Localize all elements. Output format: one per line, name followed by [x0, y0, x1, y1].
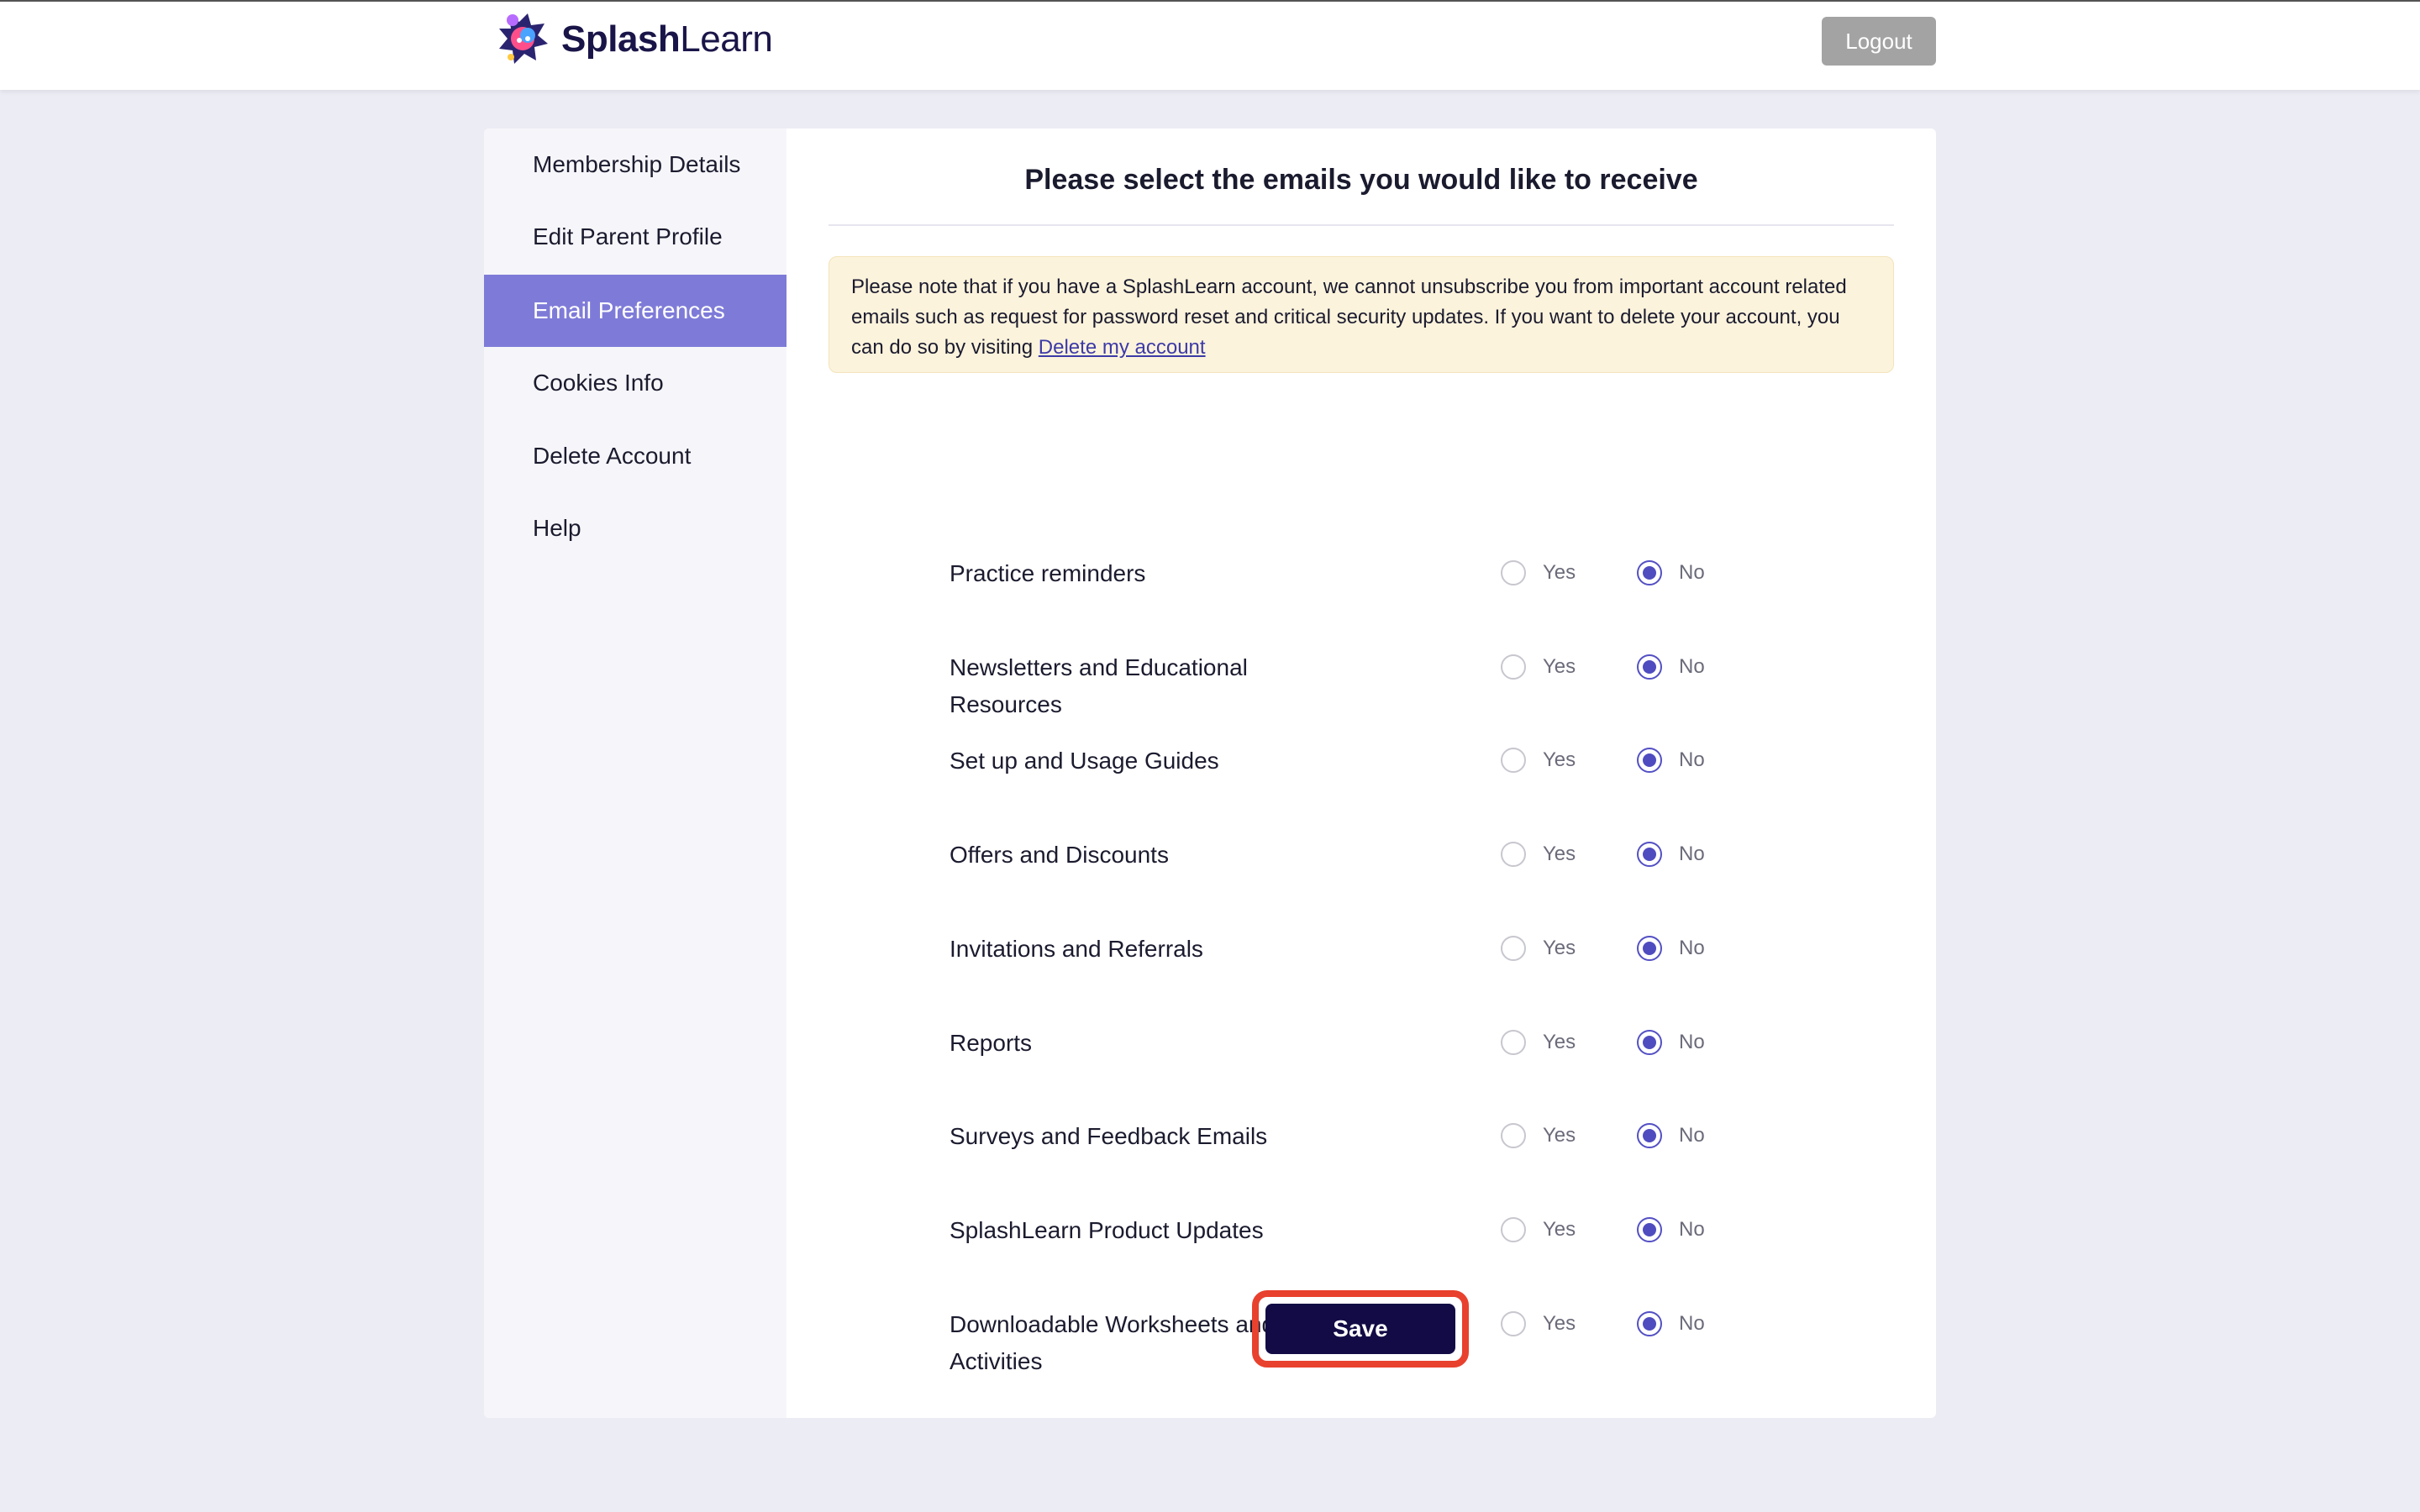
no-label: No: [1679, 1124, 1705, 1147]
no-label: No: [1679, 1218, 1705, 1241]
preference-label: Practice reminders: [950, 560, 1146, 586]
preference-row: Invitations and Referrals Yes No: [786, 931, 1936, 981]
sidebar-item-membership-details[interactable]: Membership Details: [484, 129, 786, 201]
preference-row: Practice reminders Yes No: [786, 555, 1936, 606]
preference-label: Set up and Usage Guides: [950, 748, 1219, 774]
sidebar-item-cookies-info[interactable]: Cookies Info: [484, 347, 786, 419]
preference-row: Reports Yes No: [786, 1025, 1936, 1075]
yes-label: Yes: [1543, 1031, 1576, 1053]
no-radio[interactable]: [1637, 936, 1662, 961]
no-label: No: [1679, 937, 1705, 959]
no-radio[interactable]: [1637, 1030, 1662, 1055]
yes-label: Yes: [1543, 1124, 1576, 1147]
sidebar-item-email-preferences[interactable]: Email Preferences: [484, 275, 786, 347]
preference-label: Reports: [950, 1030, 1033, 1056]
notice-banner: Please note that if you have a SplashLea…: [829, 256, 1894, 373]
preference-row: SplashLearn Product Updates Yes No: [786, 1212, 1936, 1263]
save-button[interactable]: Save: [1265, 1304, 1455, 1354]
no-label: No: [1679, 655, 1705, 678]
yes-label: Yes: [1543, 843, 1576, 865]
notice-text: Please note that if you have a SplashLea…: [851, 276, 1847, 359]
yes-label: Yes: [1543, 561, 1576, 584]
no-radio[interactable]: [1637, 748, 1662, 773]
splashlearn-logo-icon: [499, 13, 548, 64]
yes-radio[interactable]: [1501, 1311, 1526, 1336]
yes-radio[interactable]: [1501, 1123, 1526, 1148]
preference-label: Surveys and Feedback Emails: [950, 1123, 1268, 1149]
no-label: No: [1679, 1312, 1705, 1335]
sidebar-item-help[interactable]: Help: [484, 492, 786, 564]
yes-radio[interactable]: [1501, 560, 1526, 585]
preference-row: Set up and Usage Guides Yes No: [786, 743, 1936, 793]
no-radio[interactable]: [1637, 560, 1662, 585]
no-radio[interactable]: [1637, 1311, 1662, 1336]
splashlearn-logo[interactable]: SplashLearn: [494, 10, 773, 69]
brand-name-light: Learn: [680, 18, 773, 60]
email-preferences-content: Please select the emails you would like …: [786, 129, 1936, 1418]
no-radio[interactable]: [1637, 1123, 1662, 1148]
settings-sidebar: Membership Details Edit Parent Profile E…: [484, 129, 786, 1418]
sidebar-item-delete-account[interactable]: Delete Account: [484, 420, 786, 492]
no-radio[interactable]: [1637, 654, 1662, 680]
no-label: No: [1679, 748, 1705, 771]
yes-radio[interactable]: [1501, 654, 1526, 680]
brand-name-bold: Splash: [561, 18, 681, 60]
preference-label: Newsletters and Educational Resources: [950, 654, 1248, 717]
preference-label: Offers and Discounts: [950, 842, 1169, 868]
yes-label: Yes: [1543, 1312, 1576, 1335]
top-header: SplashLearn Logout: [0, 2, 2420, 90]
no-label: No: [1679, 1031, 1705, 1053]
preference-row: Surveys and Feedback Emails Yes No: [786, 1118, 1936, 1168]
preference-label: SplashLearn Product Updates: [950, 1217, 1264, 1243]
preference-label: Invitations and Referrals: [950, 936, 1203, 962]
yes-radio[interactable]: [1501, 1217, 1526, 1242]
no-label: No: [1679, 561, 1705, 584]
logout-button[interactable]: Logout: [1822, 17, 1936, 66]
preference-row: Newsletters and Educational Resources Ye…: [786, 649, 1936, 717]
yes-label: Yes: [1543, 937, 1576, 959]
yes-label: Yes: [1543, 748, 1576, 771]
yes-radio[interactable]: [1501, 936, 1526, 961]
settings-panel: Membership Details Edit Parent Profile E…: [484, 129, 1936, 1418]
no-label: No: [1679, 843, 1705, 865]
yes-label: Yes: [1543, 1218, 1576, 1241]
yes-radio[interactable]: [1501, 842, 1526, 867]
brand-name: SplashLearn: [561, 18, 773, 60]
title-divider: [829, 224, 1894, 226]
yes-label: Yes: [1543, 655, 1576, 678]
sidebar-item-edit-parent-profile[interactable]: Edit Parent Profile: [484, 201, 786, 273]
no-radio[interactable]: [1637, 1217, 1662, 1242]
page-title: Please select the emails you would like …: [1024, 164, 1698, 196]
yes-radio[interactable]: [1501, 1030, 1526, 1055]
preference-row: Offers and Discounts Yes No: [786, 837, 1936, 887]
delete-my-account-link[interactable]: Delete my account: [1039, 336, 1206, 359]
yes-radio[interactable]: [1501, 748, 1526, 773]
no-radio[interactable]: [1637, 842, 1662, 867]
